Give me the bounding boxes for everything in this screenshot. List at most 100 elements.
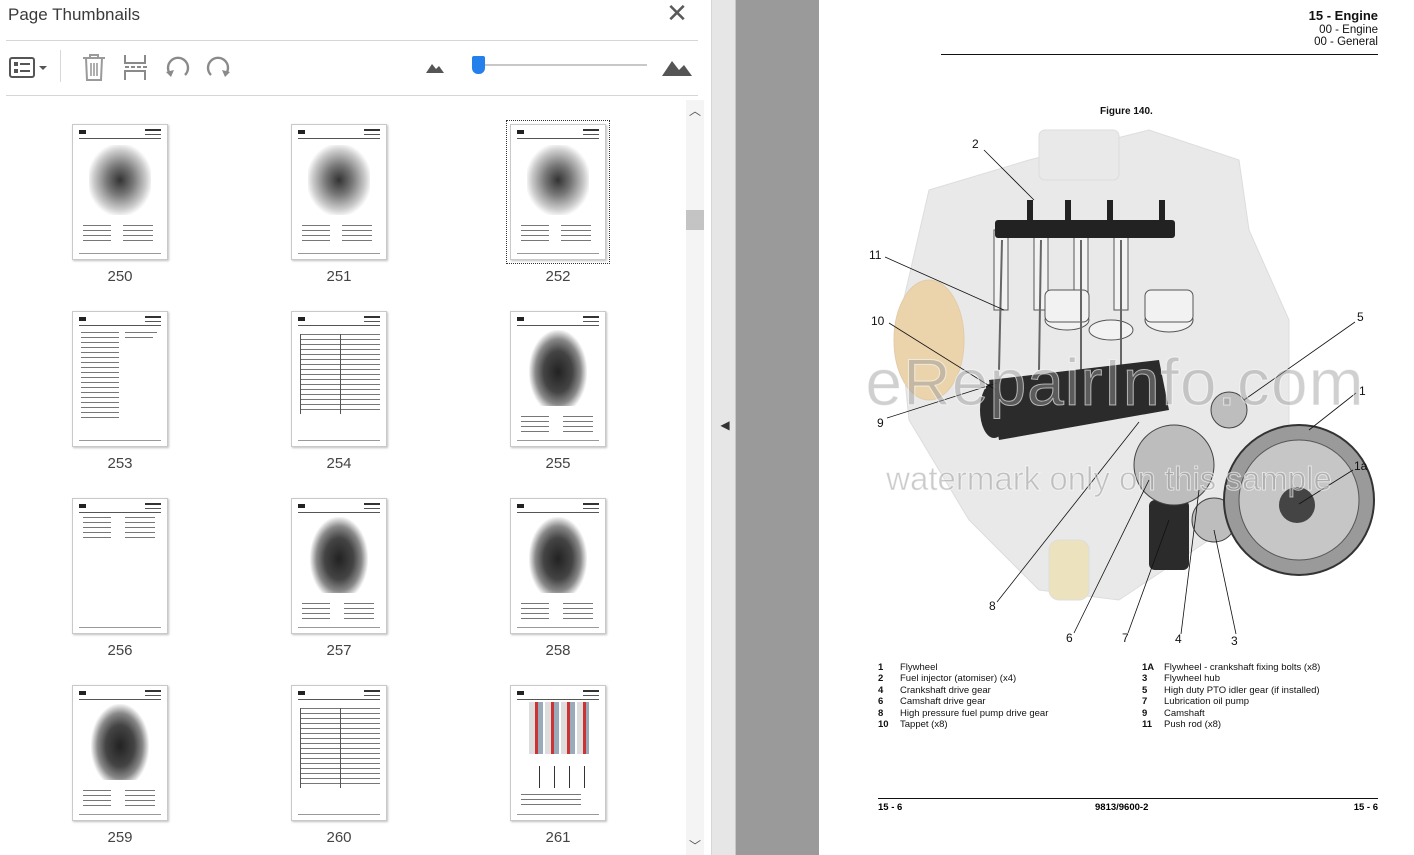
extract-pages-button[interactable] [119, 50, 151, 84]
thumbnail-text-line [81, 332, 119, 333]
scroll-up-arrow-icon[interactable]: ︿ [686, 102, 704, 118]
thumbnail-text-line [83, 532, 111, 533]
collapse-panel-arrow-icon[interactable]: ◀ [718, 410, 732, 440]
thumbnail-page-image[interactable] [510, 311, 606, 447]
thumbnail-options-icon [9, 57, 47, 78]
footer-page-right: 15 - 6 [1353, 802, 1378, 813]
thumbnail-text-line [81, 402, 119, 403]
thumbnail-text-line [125, 337, 153, 338]
thumbnail-scrollbar[interactable]: ︿ ﹀ [686, 100, 704, 855]
thumbnail-text-line [521, 603, 549, 604]
thumbnail-logo [79, 504, 86, 508]
legend-number: 6 [878, 696, 884, 708]
thumbnail-page-image[interactable] [291, 124, 387, 260]
thumbnail-foot [517, 814, 599, 815]
panel-splitter[interactable]: ◀ [712, 0, 736, 855]
legend-number: 11 [1142, 719, 1153, 730]
thumbnail-illustration [529, 517, 587, 593]
smaller-thumbnails-button[interactable] [423, 50, 447, 84]
extract-pages-icon [124, 55, 147, 80]
legend-number: 1A [1142, 662, 1155, 673]
thumbnail-page-image[interactable] [72, 124, 168, 260]
thumbnail-page-image[interactable] [291, 685, 387, 821]
thumbnail-logo [79, 317, 86, 321]
thumbnail-text-line [342, 230, 372, 231]
thumbnail-text-line [81, 412, 119, 413]
thumbnail-page-image[interactable] [291, 311, 387, 447]
thumbnail-size-slider-handle[interactable] [471, 56, 485, 74]
thumbnail-text-line [302, 225, 330, 226]
rotate-right-icon [206, 56, 230, 77]
thumbnail-text-line [563, 416, 593, 417]
page-thumbnails-panel: Page Thumbnails ✕ 250 251 252 253 254 25… [0, 0, 712, 855]
thumbnail-options-button[interactable] [6, 50, 50, 84]
thumbnail-text-line [125, 790, 155, 791]
thumbnail-page-number: 260 [326, 829, 352, 846]
thumbnail-page-number: 251 [326, 268, 352, 285]
thumbnail-illustration [340, 708, 341, 788]
legend-number: 2 [878, 673, 884, 685]
thumbnail-text-line [123, 230, 153, 231]
thumbnail-page-image[interactable] [291, 498, 387, 634]
thumbnail-text-line [81, 347, 119, 348]
thumbnail-text-line [342, 225, 372, 226]
thumbnail-illustration [529, 702, 589, 754]
thumbnail-text-line [302, 608, 330, 609]
thumbnail-size-slider[interactable] [475, 64, 647, 66]
thumbnail-text-line [83, 805, 111, 806]
rotate-right-button[interactable] [203, 50, 235, 84]
thumbnail-text-line [125, 805, 155, 806]
legend-number: 9 [1142, 707, 1148, 719]
thumbnail-logo [298, 504, 305, 508]
thumbnail-text-line [521, 416, 549, 417]
close-panel-button[interactable]: ✕ [666, 0, 688, 26]
section-heading: 00 - Engine [1319, 24, 1378, 36]
legend-text: Flywheel hub [1164, 673, 1220, 685]
thumbnail-line [517, 325, 599, 326]
thumbnail-text-line [81, 372, 119, 373]
legend-text: Crankshaft drive gear [900, 684, 991, 696]
thumbnail-page-image[interactable] [72, 685, 168, 821]
thumbnail-text-line [563, 613, 593, 614]
thumbnail-text-line [83, 517, 111, 518]
thumbnail-text-line [123, 240, 153, 241]
thumbnail-text-line [123, 225, 153, 226]
legend-number: 5 [1142, 684, 1148, 696]
thumbnail-logo [298, 317, 305, 321]
rotate-left-button[interactable] [161, 50, 193, 84]
thumbnail-text-line [563, 618, 593, 619]
thumbnail-text-line [83, 230, 111, 231]
thumbnail-illustration [525, 766, 591, 788]
toolbar-bottom-divider [6, 95, 698, 96]
legend-text: Flywheel [900, 662, 938, 673]
thumbnail-logo [517, 317, 524, 321]
delete-pages-button[interactable] [78, 50, 110, 84]
thumbnail-page-image[interactable] [510, 685, 606, 821]
thumbnail-logo [517, 691, 524, 695]
thumbnail-foot [79, 253, 161, 254]
small-mountain-icon [426, 64, 444, 73]
figure-callout: 7 [1122, 631, 1129, 645]
thumbnail-text-line [81, 417, 119, 418]
thumbnail-page-number: 259 [107, 829, 133, 846]
legend-text: Tappet (x8) [900, 719, 948, 730]
thumbnail-text-line [344, 603, 374, 604]
thumbnail-logo [79, 691, 86, 695]
large-mountain-icon [662, 61, 692, 76]
thumbnail-line [517, 512, 599, 513]
larger-thumbnails-button[interactable] [660, 50, 694, 84]
thumbnail-page-image[interactable] [506, 120, 610, 264]
thumbnail-text-line [563, 426, 593, 427]
thumbnail-text-line [302, 613, 330, 614]
thumbnail-text-line [344, 613, 374, 614]
thumbnail-text-line [83, 800, 111, 801]
thumbnail-page-image[interactable] [510, 498, 606, 634]
thumbnail-text-line [81, 407, 119, 408]
thumbnail-text-line [302, 230, 330, 231]
scroll-down-arrow-icon[interactable]: ﹀ [686, 837, 704, 853]
figure-callout: 2 [972, 137, 979, 151]
scrollbar-thumb[interactable] [686, 210, 704, 230]
thumbnail-page-image[interactable] [72, 498, 168, 634]
thumbnail-text-line [302, 603, 330, 604]
thumbnail-page-image[interactable] [72, 311, 168, 447]
